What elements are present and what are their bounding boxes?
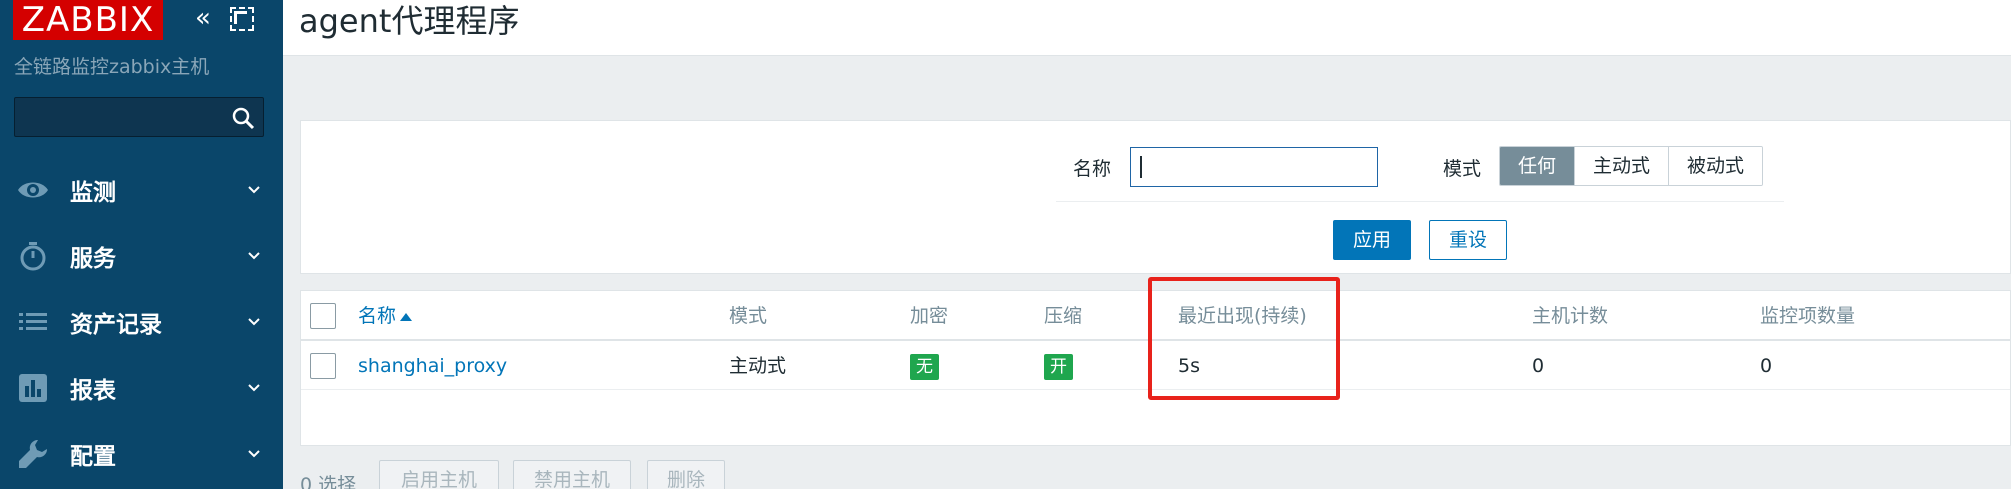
sidebar: ZABBIX « 全链路监控zabbix主机 监测 服务 资产记录 报表 配置 — [0, 0, 283, 489]
sidebar-item-monitoring[interactable]: 监测 — [0, 160, 283, 220]
column-header-host-count: 主机计数 — [1532, 305, 1609, 327]
search-icon[interactable] — [231, 106, 255, 130]
compression-badge: 开 — [1044, 353, 1073, 380]
host-count-value: 0 — [1532, 355, 1545, 377]
mode-segmented-control: 任何 主动式 被动式 — [1499, 146, 1764, 186]
zabbix-logo[interactable]: ZABBIX — [13, 0, 163, 40]
column-header-encryption: 加密 — [910, 305, 949, 327]
column-header-compression: 压缩 — [1044, 305, 1083, 327]
reset-button[interactable]: 重设 — [1429, 220, 1507, 260]
sidebar-item-label: 配置 — [70, 444, 116, 470]
chevron-down-icon — [248, 252, 260, 260]
chevron-down-icon — [248, 384, 260, 392]
name-filter-field[interactable] — [1131, 148, 1377, 186]
sidebar-item-reports[interactable]: 报表 — [0, 358, 283, 418]
sidebar-item-label: 资产记录 — [70, 312, 162, 338]
compression-cell: 开 — [1044, 342, 1073, 390]
wrench-icon — [19, 439, 48, 468]
column-header-item-count: 监控项数量 — [1760, 305, 1856, 327]
sidebar-item-configuration[interactable]: 配置 — [0, 424, 283, 484]
annotation-highlight-box — [1148, 277, 1340, 400]
item-count-value: 0 — [1760, 355, 1773, 377]
page-header: agent代理程序 — [283, 0, 2011, 56]
collapse-sidebar-icon[interactable]: « — [190, 5, 216, 32]
selected-count: 0 选择 — [300, 474, 357, 489]
chevron-down-icon — [248, 318, 260, 326]
mode-option-active[interactable]: 主动式 — [1575, 147, 1670, 185]
enable-hosts-button[interactable]: 启用主机 — [379, 460, 499, 489]
kiosk-mode-icon[interactable] — [230, 7, 254, 31]
sort-asc-icon — [400, 312, 413, 321]
proxy-mode: 主动式 — [729, 355, 787, 377]
sidebar-item-label: 服务 — [70, 246, 116, 272]
sidebar-item-inventory[interactable]: 资产记录 — [0, 292, 283, 352]
name-filter-input[interactable] — [1130, 147, 1378, 187]
filter-divider — [1056, 201, 1784, 202]
disable-hosts-button[interactable]: 禁用主机 — [513, 460, 631, 489]
mode-option-any[interactable]: 任何 — [1500, 147, 1576, 185]
mode-filter-label: 模式 — [1443, 158, 1482, 180]
column-header-label: 名称 — [358, 305, 397, 327]
row-checkbox[interactable] — [310, 353, 336, 379]
server-name: 全链路监控zabbix主机 — [14, 56, 210, 78]
eye-icon — [18, 182, 48, 198]
page-title: agent代理程序 — [299, 2, 520, 40]
select-all-checkbox[interactable] — [310, 303, 336, 329]
proxy-name-link[interactable]: shanghai_proxy — [358, 342, 507, 390]
sidebar-search-input[interactable] — [14, 97, 264, 137]
sidebar-item-label: 报表 — [70, 378, 116, 404]
chevron-down-icon — [248, 186, 260, 194]
bar-chart-icon — [19, 374, 47, 402]
name-filter-label: 名称 — [1073, 158, 1112, 180]
text-caret — [1140, 156, 1142, 178]
list-icon — [19, 313, 47, 330]
chevron-down-icon — [248, 450, 260, 458]
column-header-name[interactable]: 名称 — [358, 291, 413, 341]
encryption-badge: 无 — [910, 353, 939, 380]
mode-option-passive[interactable]: 被动式 — [1669, 147, 1763, 185]
column-header-mode: 模式 — [729, 305, 768, 327]
sidebar-item-services[interactable]: 服务 — [0, 226, 283, 286]
stopwatch-icon — [20, 242, 46, 271]
encryption-cell: 无 — [910, 342, 939, 390]
sidebar-item-label: 监测 — [70, 180, 116, 206]
apply-button[interactable]: 应用 — [1333, 220, 1411, 260]
delete-button[interactable]: 删除 — [647, 460, 725, 489]
filter-panel: 名称 模式 任何 主动式 被动式 应用 重设 — [300, 120, 2011, 274]
